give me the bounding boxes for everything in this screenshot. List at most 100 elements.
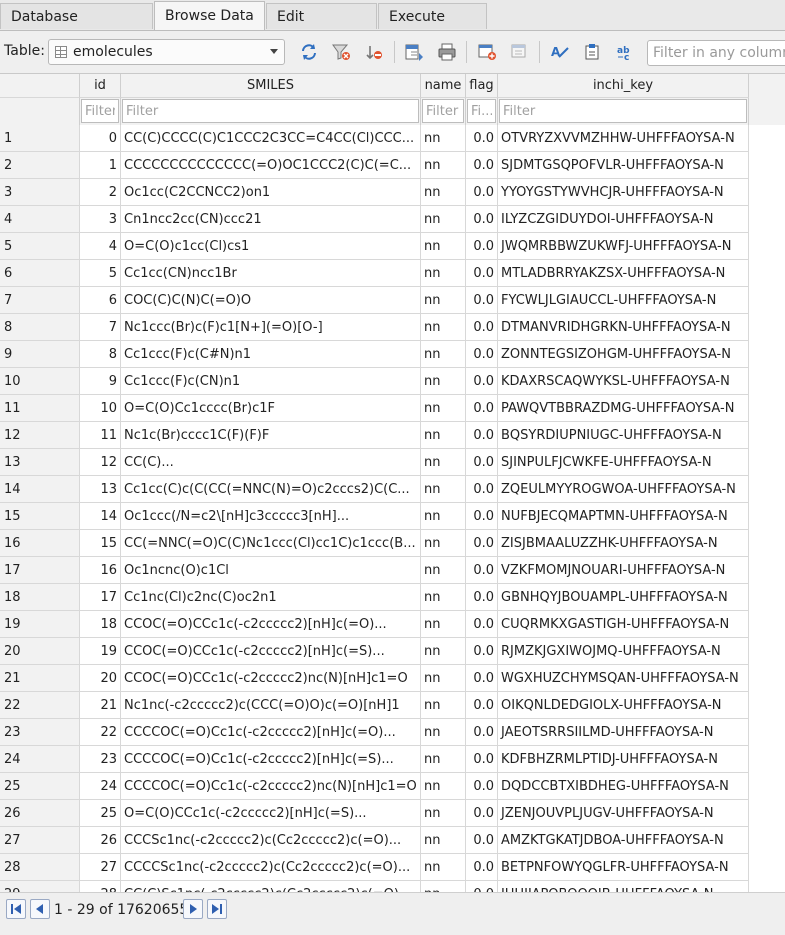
cell-flag[interactable]: 0.0	[466, 692, 498, 719]
cell-inchi-key[interactable]: CUQRMKXGASTIGH-UHFFFAOYSA-N	[498, 611, 749, 638]
cell-name[interactable]: nn	[421, 584, 466, 611]
cell-id[interactable]: 9	[80, 368, 121, 395]
cell-name[interactable]: nn	[421, 260, 466, 287]
cell-smiles[interactable]: O=C(O)Cc1cccc(Br)c1F	[121, 395, 421, 422]
cell-name[interactable]: nn	[421, 827, 466, 854]
text-format-icon[interactable]: ab c	[615, 42, 637, 63]
table-row[interactable]: 4 3 Cn1ncc2cc(CN)ccc21 nn 0.0 ILYZCZGIDUYDOI-…	[0, 206, 749, 233]
cell-id[interactable]: 15	[80, 530, 121, 557]
cell-id[interactable]: 13	[80, 476, 121, 503]
cell-name[interactable]: nn	[421, 287, 466, 314]
cell-name[interactable]: nn	[421, 800, 466, 827]
cell-name[interactable]: nn	[421, 476, 466, 503]
cell-id[interactable]: 11	[80, 422, 121, 449]
row-number[interactable]: 5	[0, 233, 80, 260]
cell-smiles[interactable]: CCCCOC(=O)Cc1c(-c2ccccc2)[nH]c(=O)...	[121, 719, 421, 746]
column-header-inchi-key[interactable]: inchi_key	[498, 74, 749, 98]
table-row[interactable]: 22 21 Nc1nc(-c2ccccc2)c(CCC(=O)O)c(=O)[nH]…	[0, 692, 749, 719]
cell-name[interactable]: nn	[421, 503, 466, 530]
cell-smiles[interactable]: Cc1ccc(F)c(C#N)n1	[121, 341, 421, 368]
cell-smiles[interactable]: CCCCCCCCCCCCCC(=O)OC1CCC2(C)C(=C...	[121, 152, 421, 179]
cell-id[interactable]: 1	[80, 152, 121, 179]
table-row[interactable]: 24 23 CCCCOC(=O)Cc1c(-c2ccccc2)[nH]c(=S)..…	[0, 746, 749, 773]
tab-database-structure[interactable]: Database Structure	[0, 3, 153, 51]
cell-inchi-key[interactable]: AMZKTGKATJDBOA-UHFFFAOYSA-N	[498, 827, 749, 854]
cell-inchi-key[interactable]: DTMANVRIDHGRKN-UHFFFAOYSA-N	[498, 314, 749, 341]
row-number[interactable]: 7	[0, 287, 80, 314]
row-number[interactable]: 27	[0, 827, 80, 854]
cell-flag[interactable]: 0.0	[466, 638, 498, 665]
cell-inchi-key[interactable]: JWQMRBBWZUKWFJ-UHFFFAOYSA-N	[498, 233, 749, 260]
cell-smiles[interactable]: O=C(O)c1cc(Cl)cs1	[121, 233, 421, 260]
cell-inchi-key[interactable]: JAEOTSRRSIILMD-UHFFFAOYSA-N	[498, 719, 749, 746]
row-number[interactable]: 14	[0, 476, 80, 503]
cell-name[interactable]: nn	[421, 719, 466, 746]
cell-id[interactable]: 23	[80, 746, 121, 773]
cell-name[interactable]: nn	[421, 125, 466, 152]
cell-flag[interactable]: 0.0	[466, 746, 498, 773]
row-number[interactable]: 20	[0, 638, 80, 665]
cell-id[interactable]: 5	[80, 260, 121, 287]
cell-inchi-key[interactable]: JZENJOUVPLJUGV-UHFFFAOYSA-N	[498, 800, 749, 827]
table-row[interactable]: 9 8 Cc1ccc(F)c(C#N)n1 nn 0.0 ZONNTEGSIZOHGM-U…	[0, 341, 749, 368]
filter-inchi-key-input[interactable]	[499, 99, 747, 123]
go-first-button[interactable]	[6, 899, 26, 919]
cell-smiles[interactable]: CCOC(=O)CCc1c(-c2ccccc2)[nH]c(=S)...	[121, 638, 421, 665]
table-row[interactable]: 28 27 CCCCSc1nc(-c2ccccc2)c(Cc2ccccc2)c(=O…	[0, 854, 749, 881]
table-row[interactable]: 19 18 CCOC(=O)CCc1c(-c2ccccc2)[nH]c(=O)...…	[0, 611, 749, 638]
cell-name[interactable]: nn	[421, 206, 466, 233]
cell-flag[interactable]: 0.0	[466, 368, 498, 395]
cell-smiles[interactable]: COC(C)C(N)C(=O)O	[121, 287, 421, 314]
cell-name[interactable]: nn	[421, 341, 466, 368]
cell-smiles[interactable]: CCCCSc1nc(-c2ccccc2)c(Cc2ccccc2)c(=O)...	[121, 854, 421, 881]
cell-name[interactable]: nn	[421, 665, 466, 692]
cell-id[interactable]: 22	[80, 719, 121, 746]
cell-smiles[interactable]: Cc1ccc(F)c(CN)n1	[121, 368, 421, 395]
cell-inchi-key[interactable]: DQDCCBTXIBDHEG-UHFFFAOYSA-N	[498, 773, 749, 800]
cell-name[interactable]: nn	[421, 395, 466, 422]
cell-flag[interactable]: 0.0	[466, 206, 498, 233]
cell-id[interactable]: 14	[80, 503, 121, 530]
row-number[interactable]: 17	[0, 557, 80, 584]
table-row[interactable]: 8 7 Nc1ccc(Br)c(F)c1[N+](=O)[O-] nn 0.0 DTMAN…	[0, 314, 749, 341]
table-row[interactable]: 18 17 Cc1nc(Cl)c2nc(C)oc2n1 nn 0.0 GBNHQYJBOU…	[0, 584, 749, 611]
cell-id[interactable]: 6	[80, 287, 121, 314]
table-row[interactable]: 23 22 CCCCOC(=O)Cc1c(-c2ccccc2)[nH]c(=O)..…	[0, 719, 749, 746]
table-row[interactable]: 26 25 O=C(O)CCc1c(-c2ccccc2)[nH]c(=S)... nn…	[0, 800, 749, 827]
cell-inchi-key[interactable]: YYOYGSTYWVHCJR-UHFFFAOYSA-N	[498, 179, 749, 206]
table-row[interactable]: 1 0 CC(C)CCCC(C)C1CCC2C3CC=C4CC(Cl)CCC... n…	[0, 125, 749, 152]
cell-flag[interactable]: 0.0	[466, 341, 498, 368]
go-next-button[interactable]	[183, 899, 203, 919]
filter-any-column-input[interactable]	[647, 40, 785, 66]
table-row[interactable]: 2 1 CCCCCCCCCCCCCC(=O)OC1CCC2(C)C(=C... nn 0…	[0, 152, 749, 179]
table-row[interactable]: 21 20 CCOC(=O)CCc1c(-c2ccccc2)nc(N)[nH]c1=…	[0, 665, 749, 692]
row-number[interactable]: 28	[0, 854, 80, 881]
row-number[interactable]: 22	[0, 692, 80, 719]
cell-smiles[interactable]: Oc1cc(C2CCNCC2)on1	[121, 179, 421, 206]
cell-smiles[interactable]: Cn1ncc2cc(CN)ccc21	[121, 206, 421, 233]
table-row[interactable]: 5 4 O=C(O)c1cc(Cl)cs1 nn 0.0 JWQMRBBWZUKWFJ-U…	[0, 233, 749, 260]
cell-inchi-key[interactable]: BQSYRDIUPNIUGC-UHFFFAOYSA-N	[498, 422, 749, 449]
cell-id[interactable]: 7	[80, 314, 121, 341]
cell-name[interactable]: nn	[421, 638, 466, 665]
insert-record-icon[interactable]	[476, 42, 498, 62]
cell-flag[interactable]: 0.0	[466, 773, 498, 800]
cell-id[interactable]: 18	[80, 611, 121, 638]
row-number[interactable]: 11	[0, 395, 80, 422]
filter-id-input[interactable]	[81, 99, 119, 123]
cell-smiles[interactable]: CCOC(=O)CCc1c(-c2ccccc2)nc(N)[nH]c1=O	[121, 665, 421, 692]
cell-flag[interactable]: 0.0	[466, 854, 498, 881]
column-header-flag[interactable]: flag	[466, 74, 498, 98]
table-select[interactable]: emolecules	[48, 39, 285, 65]
table-row[interactable]: 12 11 Nc1c(Br)cccc1C(F)(F)F nn 0.0 BQSYRDIUPN…	[0, 422, 749, 449]
cell-inchi-key[interactable]: KDAXRSCAQWYKSL-UHFFFAOYSA-N	[498, 368, 749, 395]
cell-smiles[interactable]: Nc1c(Br)cccc1C(F)(F)F	[121, 422, 421, 449]
cell-name[interactable]: nn	[421, 557, 466, 584]
cell-inchi-key[interactable]: KDFBHZRMLPTIDJ-UHFFFAOYSA-N	[498, 746, 749, 773]
cell-name[interactable]: nn	[421, 233, 466, 260]
find-icon[interactable]: A	[549, 42, 571, 62]
cell-smiles[interactable]: Oc1ccc(/N=c2\[nH]c3ccccc3[nH]...	[121, 503, 421, 530]
cell-id[interactable]: 16	[80, 557, 121, 584]
row-number[interactable]: 25	[0, 773, 80, 800]
cell-name[interactable]: nn	[421, 449, 466, 476]
